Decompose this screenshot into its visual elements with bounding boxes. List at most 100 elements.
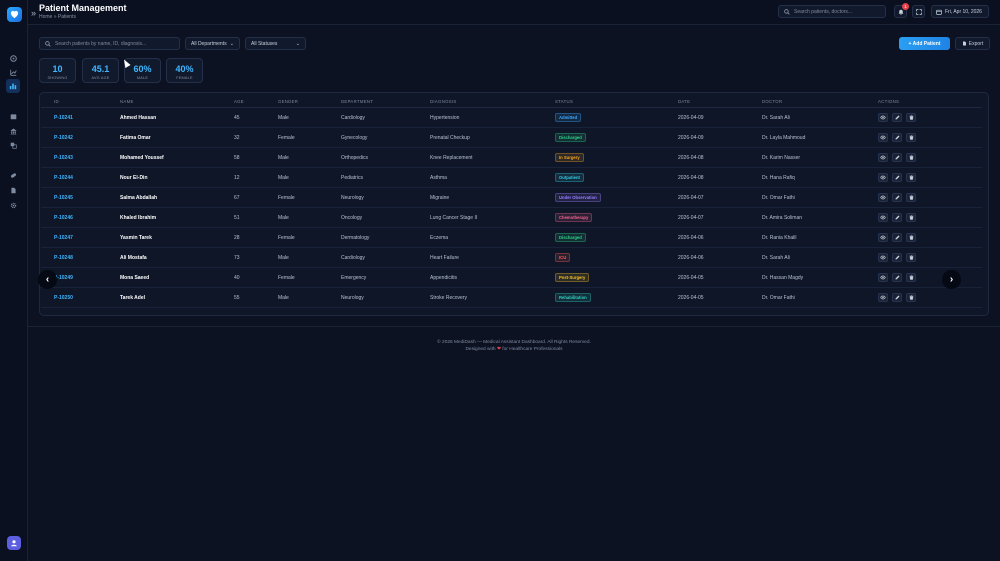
notifications-button[interactable]: 1 <box>894 3 909 18</box>
table-row[interactable]: P-10247 Yasmin Tarek 28 Female Dermatology Ec… <box>41 228 982 248</box>
edit-icon <box>895 255 900 260</box>
cell-dept: Emergency <box>341 274 367 281</box>
footer-credits: Designed with ❤ for Healthcare Professio… <box>28 346 1000 353</box>
cell-id[interactable]: P-10242 <box>54 128 73 147</box>
dashboard-icon[interactable] <box>7 52 19 64</box>
patients-icon[interactable] <box>6 79 20 93</box>
delete-button[interactable] <box>906 213 916 222</box>
add-patient-button[interactable]: + Add Patient <box>899 37 950 50</box>
eye-icon <box>880 255 886 260</box>
edit-button[interactable] <box>892 153 902 162</box>
expand-icon[interactable]: » <box>31 8 36 18</box>
cell-gender: Male <box>278 294 289 301</box>
staff-icon[interactable] <box>7 139 19 151</box>
edit-button[interactable] <box>892 233 902 242</box>
edit-icon <box>895 135 900 140</box>
view-button[interactable] <box>878 213 888 222</box>
view-button[interactable] <box>878 253 888 262</box>
chart-icon[interactable] <box>7 66 19 78</box>
cell-id[interactable]: P-10245 <box>54 188 73 207</box>
chevron-right-icon[interactable]: › <box>942 270 961 289</box>
cell-id[interactable]: P-10247 <box>54 228 73 247</box>
pharmacy-icon[interactable] <box>7 169 19 181</box>
column-header[interactable]: DOCTOR <box>762 96 782 107</box>
row-actions <box>878 208 916 227</box>
table-row[interactable]: P-10246 Khaled Ibrahim 51 Male Oncology Lung … <box>41 208 982 228</box>
view-button[interactable] <box>878 113 888 122</box>
building-icon[interactable] <box>7 125 19 137</box>
edit-button[interactable] <box>892 293 902 302</box>
column-header[interactable]: NAME <box>120 96 134 107</box>
cell-id[interactable]: P-10244 <box>54 168 73 187</box>
table-row[interactable]: P-10243 Mohamed Youssef 58 Male Orthopedics K… <box>41 148 982 168</box>
patient-search-field[interactable] <box>39 37 180 50</box>
column-header[interactable]: ACTIONS <box>878 96 899 107</box>
date-display: Fri, Apr 10, 2026 <box>931 5 989 18</box>
cell-diagnosis: Lung Cancer Stage II <box>430 214 478 221</box>
table-row[interactable]: P-10244 Nour El-Din 12 Male Pediatrics Asthma… <box>41 168 982 188</box>
edit-button[interactable] <box>892 113 902 122</box>
column-header[interactable]: GENDER <box>278 96 298 107</box>
cell-id[interactable]: P-10241 <box>54 108 73 127</box>
department-filter[interactable]: All Departments ⌄ <box>185 37 240 50</box>
patient-search-input[interactable] <box>55 40 175 47</box>
user-avatar[interactable] <box>7 536 21 550</box>
view-button[interactable] <box>878 273 888 282</box>
cell-diagnosis: Heart Failure <box>430 254 459 261</box>
edit-button[interactable] <box>892 173 902 182</box>
heart-icon: ❤ <box>496 347 501 352</box>
export-button[interactable]: Export <box>955 37 990 50</box>
table-row[interactable]: P-10242 Fatima Omar 32 Female Gynecology Pren… <box>41 128 982 148</box>
delete-button[interactable] <box>906 133 916 142</box>
delete-button[interactable] <box>906 113 916 122</box>
breadcrumb[interactable]: Home » Patients <box>39 14 76 20</box>
view-button[interactable] <box>878 233 888 242</box>
cell-dept: Oncology <box>341 214 363 221</box>
delete-button[interactable] <box>906 153 916 162</box>
column-header[interactable]: DIAGNOSIS <box>430 96 457 107</box>
trash-icon <box>909 195 914 200</box>
column-header[interactable]: STATUS <box>555 96 573 107</box>
settings-icon[interactable] <box>7 199 19 211</box>
table-row[interactable]: P-10241 Ahmed Hassan 45 Male Cardiology Hyper… <box>41 108 982 128</box>
cell-id[interactable]: P-10243 <box>54 148 73 167</box>
view-button[interactable] <box>878 193 888 202</box>
edit-button[interactable] <box>892 253 902 262</box>
calendar-icon[interactable] <box>7 110 19 122</box>
column-header[interactable]: ID <box>54 96 59 107</box>
view-button[interactable] <box>878 153 888 162</box>
edit-button[interactable] <box>892 193 902 202</box>
edit-button[interactable] <box>892 213 902 222</box>
delete-button[interactable] <box>906 293 916 302</box>
delete-button[interactable] <box>906 173 916 182</box>
column-header[interactable]: AGE <box>234 96 244 107</box>
view-button[interactable] <box>878 293 888 302</box>
notification-badge: 1 <box>902 3 909 10</box>
header-search-input[interactable]: Search patients, doctors... <box>778 5 886 18</box>
cell-id[interactable]: P-10250 <box>54 288 73 307</box>
fullscreen-button[interactable] <box>912 5 925 18</box>
cell-id[interactable]: P-10246 <box>54 208 73 227</box>
delete-button[interactable] <box>906 233 916 242</box>
delete-button[interactable] <box>906 273 916 282</box>
delete-button[interactable] <box>906 253 916 262</box>
view-button[interactable] <box>878 173 888 182</box>
view-button[interactable] <box>878 133 888 142</box>
eye-icon <box>880 295 886 300</box>
table-row[interactable]: P-10249 Mona Saeed 40 Female Emergency Append… <box>41 268 982 288</box>
table-row[interactable]: P-10248 Ali Mostafa 73 Male Cardiology Heart … <box>41 248 982 268</box>
edit-icon <box>895 155 900 160</box>
delete-button[interactable] <box>906 193 916 202</box>
table-row[interactable]: P-10250 Tarek Adel 55 Male Neurology Stroke R… <box>41 288 982 308</box>
cell-id[interactable]: P-10248 <box>54 248 73 267</box>
column-header[interactable]: DATE <box>678 96 690 107</box>
status-filter[interactable]: All Statuses ⌄ <box>245 37 306 50</box>
cell-age: 58 <box>234 154 240 161</box>
column-header[interactable]: DEPARTMENT <box>341 96 373 107</box>
edit-button[interactable] <box>892 133 902 142</box>
table-row[interactable]: P-10245 Salma Abdallah 67 Female Neurology Mi… <box>41 188 982 208</box>
edit-button[interactable] <box>892 273 902 282</box>
reports-icon[interactable] <box>7 184 19 196</box>
heart-shield-icon[interactable] <box>7 7 22 22</box>
chevron-left-icon[interactable]: ‹ <box>38 270 57 289</box>
